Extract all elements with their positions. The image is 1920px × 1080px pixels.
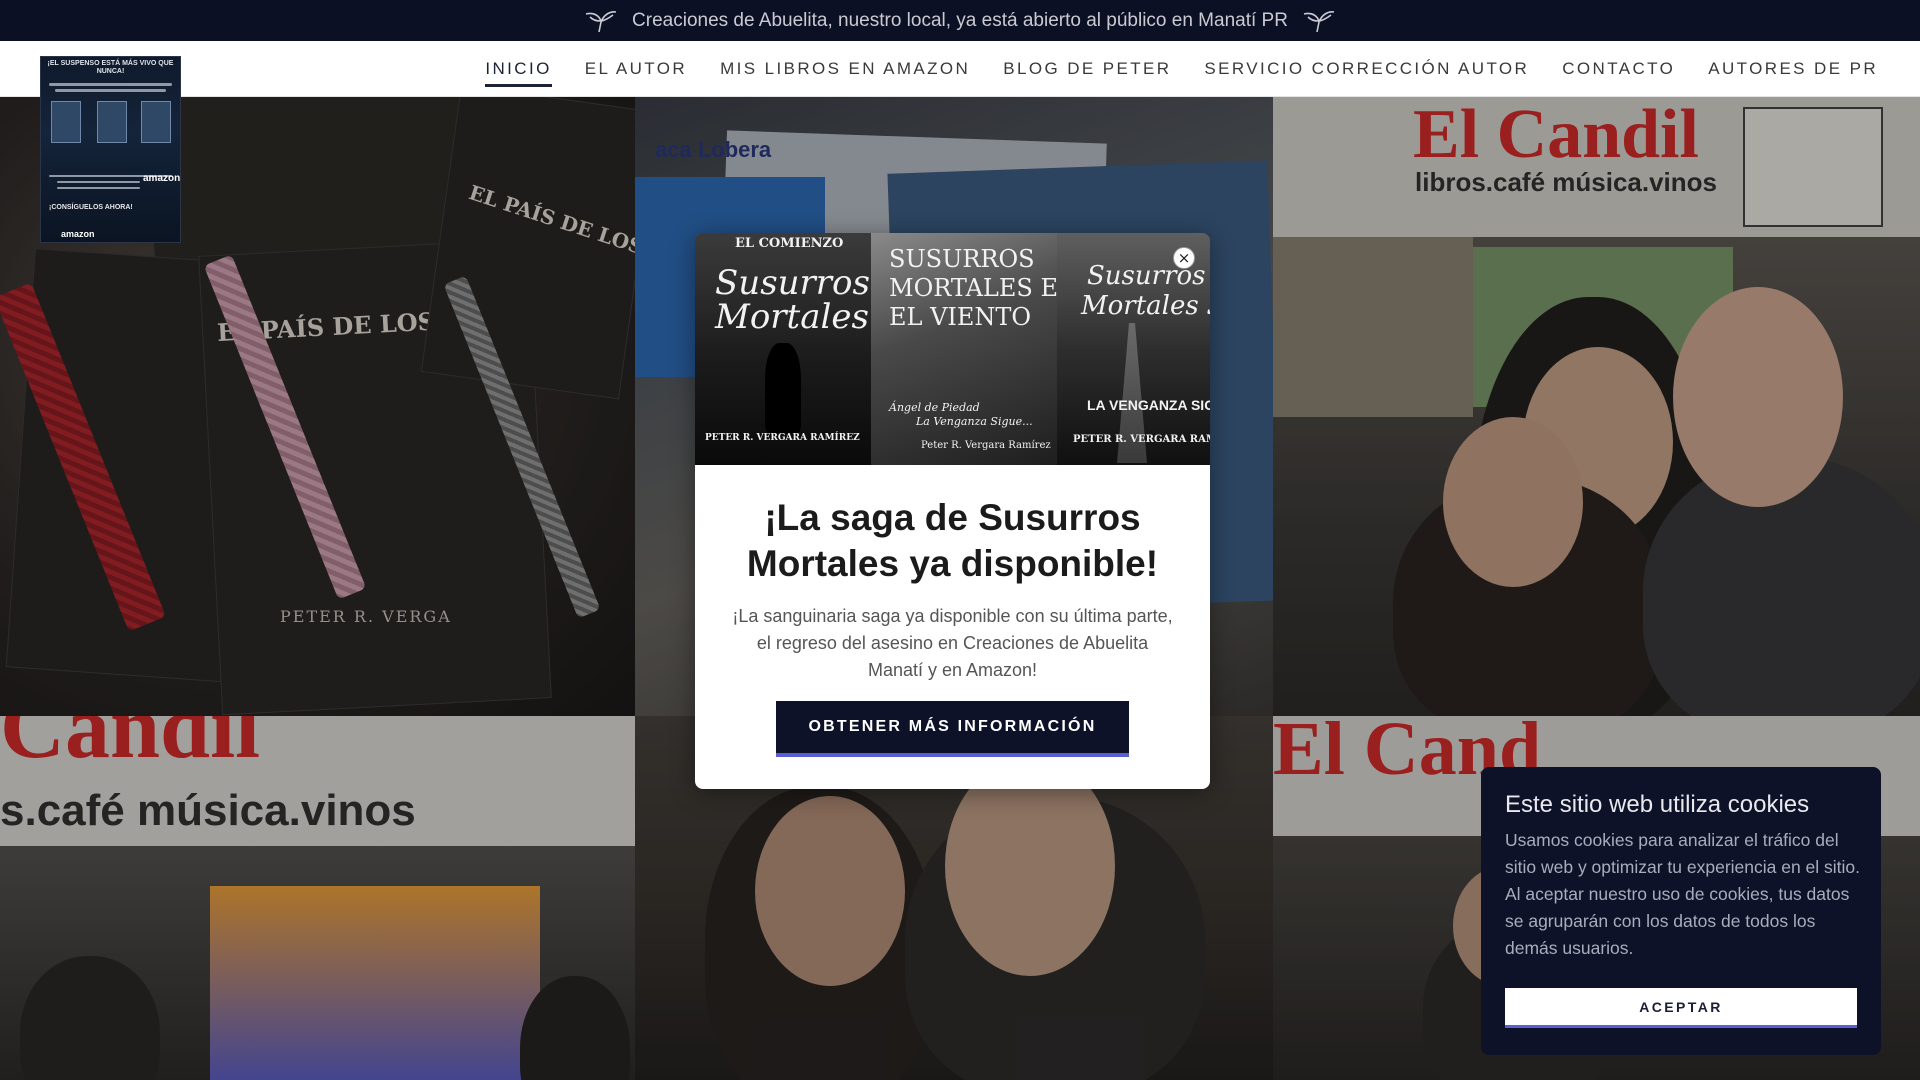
book-cover-1-title: Mortales bbox=[715, 297, 869, 337]
accept-cookies-button[interactable]: ACEPTAR bbox=[1505, 988, 1857, 1028]
book-cover-3-sub: LA VENGANZA SIGUE... bbox=[1087, 397, 1210, 413]
book-cover-2: SUSURROS MORTALES EN EL VIENTO Ángel de … bbox=[871, 233, 1057, 465]
book-cover-1: EL COMIENZO Susurros Mortales PETER R. V… bbox=[695, 233, 871, 465]
nav-item-servicio-correccion[interactable]: SERVICIO CORRECCIÓN AUTOR bbox=[1204, 41, 1529, 97]
book-covers-banner: EL COMIENZO Susurros Mortales PETER R. V… bbox=[695, 233, 1210, 465]
nav-item-contacto[interactable]: CONTACTO bbox=[1562, 41, 1675, 97]
announcement-text: Creaciones de Abuelita, nuestro local, y… bbox=[632, 9, 1288, 31]
nav-item-blog[interactable]: BLOG DE PETER bbox=[1003, 41, 1171, 97]
logo-headline: ¡EL SUSPENSO ESTÁ MÁS VIVO QUE NUNCA! bbox=[47, 60, 174, 75]
cookie-title: Este sitio web utiliza cookies bbox=[1505, 791, 1810, 818]
book-cover-1-top: EL COMIENZO bbox=[735, 236, 844, 251]
leaf-ornament-icon bbox=[585, 10, 617, 32]
modal-body: ¡La sanguinaria saga ya disponible con s… bbox=[732, 606, 1173, 680]
nav-item-el-autor[interactable]: EL AUTOR bbox=[585, 41, 687, 97]
book-cover-2-title: MORTALES EN bbox=[889, 274, 1057, 302]
nav-item-autores-pr[interactable]: AUTORES DE PR bbox=[1708, 41, 1878, 97]
close-icon[interactable]: × bbox=[1173, 247, 1195, 269]
nav-item-inicio[interactable]: INICIO bbox=[485, 41, 553, 97]
modal-heading: ¡La saga de Susurros Mortales ya disponi… bbox=[746, 497, 1159, 584]
site-logo[interactable]: ¡EL SUSPENSO ESTÁ MÁS VIVO QUE NUNCA! ¡C… bbox=[40, 56, 181, 243]
book-cover-1-author: PETER R. VERGARA RAMÍREZ bbox=[705, 433, 860, 443]
hero-photo-couple: El Candil libros.café música.vinos bbox=[1273, 97, 1920, 716]
book-cover-3-title: Mortales 3 bbox=[1081, 291, 1210, 321]
leaf-ornament-icon bbox=[1303, 10, 1335, 32]
book-cover-3-author: PETER R. VERGARA RAMÍREZ bbox=[1073, 434, 1210, 445]
logo-cta: ¡CONSÍGUELOS AHORA! bbox=[49, 204, 133, 211]
announcement-bar: Creaciones de Abuelita, nuestro local, y… bbox=[0, 0, 1920, 41]
book-cover-2-sub: Ángel de Piedad bbox=[889, 401, 980, 414]
book-cover-2-title: EL VIENTO bbox=[889, 303, 1032, 331]
amazon-logo: amazon bbox=[143, 173, 181, 184]
hero-photo-store-left: Candil s.café música.vinos bbox=[0, 716, 635, 1080]
amazon-logo: amazon bbox=[61, 229, 95, 239]
book-cover-2-title: SUSURROS bbox=[889, 245, 1035, 273]
nav-item-mis-libros[interactable]: MIS LIBROS EN AMAZON bbox=[720, 41, 970, 97]
main-nav: INICIO EL AUTOR MIS LIBROS EN AMAZON BLO… bbox=[452, 41, 1878, 97]
page: Creaciones de Abuelita, nuestro local, y… bbox=[0, 0, 1920, 1080]
site-header: INICIO EL AUTOR MIS LIBROS EN AMAZON BLO… bbox=[0, 41, 1920, 97]
promo-modal: EL COMIENZO Susurros Mortales PETER R. V… bbox=[695, 233, 1210, 789]
cookie-body: Usamos cookies para analizar el tráfico … bbox=[1505, 830, 1861, 958]
book-cover-2-sub: La Venganza Sigue... bbox=[916, 415, 1033, 428]
more-info-button[interactable]: OBTENER MÁS INFORMACIÓN bbox=[776, 701, 1129, 757]
book-cover-2-author: Peter R. Vergara Ramírez bbox=[921, 440, 1051, 451]
cookie-banner: Este sitio web utiliza cookies Usamos co… bbox=[1481, 767, 1881, 1055]
